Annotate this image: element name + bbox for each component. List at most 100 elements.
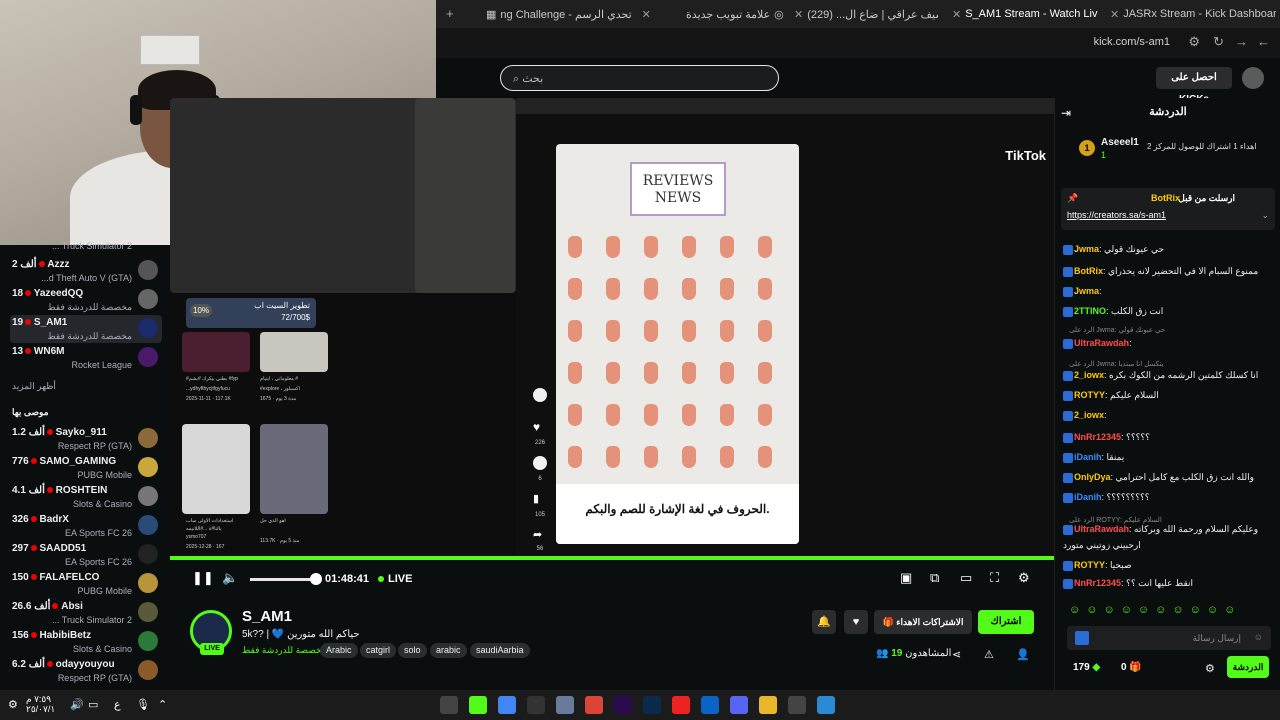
stream-category[interactable]: مخصصة للدردشة فقط xyxy=(242,645,327,656)
video-thumbnail[interactable] xyxy=(182,424,250,514)
speaker-icon[interactable]: 🔊 xyxy=(70,698,84,711)
sidebar-channel-item[interactable]: 156 HabibiBetz Slots & Casino xyxy=(10,628,162,656)
sidebar-channel-item[interactable]: 1.2 ألف Sayko_911 Respect RP (GTA) xyxy=(10,425,162,453)
chevron-up-icon[interactable]: ⌃ xyxy=(158,698,167,711)
video-thumbnail[interactable] xyxy=(182,332,250,372)
discord-icon[interactable] xyxy=(730,696,748,714)
chat-username[interactable]: ROTYY xyxy=(1074,560,1105,570)
store-icon[interactable] xyxy=(788,696,806,714)
profile-icon[interactable] xyxy=(533,388,547,402)
tag-catgirl[interactable]: catgirl xyxy=(360,643,397,658)
user-avatar[interactable] xyxy=(1242,67,1264,89)
sidebar-channel-item[interactable]: 150 FALAFELCO PUBG Mobile xyxy=(10,570,162,598)
pinned-link[interactable]: https://creators.sa/s-am1 xyxy=(1067,210,1166,220)
share-icon[interactable]: ➦ xyxy=(533,528,547,542)
search-input[interactable]: ⌕ بحث xyxy=(500,65,779,91)
chat-message[interactable]: ROTYY: السلام عليكم xyxy=(1063,390,1275,401)
sidebar-channel-item[interactable]: 4.1 ألف ROSHTEIN Slots & Casino xyxy=(10,483,162,511)
tray-icon[interactable]: ⚙ xyxy=(8,698,18,711)
chat-username[interactable]: Jwma xyxy=(1074,286,1099,296)
pin-icon[interactable]: 📌 xyxy=(1067,193,1078,204)
video-thumbnail[interactable] xyxy=(260,424,328,514)
notifications-bell-button[interactable]: 🔔 xyxy=(812,610,836,634)
video-player[interactable]: تطوير السيت اب 72/700$ 10% #بطني بيكرك #… xyxy=(170,98,1054,560)
close-tab-icon[interactable]: ✕ xyxy=(1110,8,1119,21)
sidebar-channel-item[interactable]: 2 ألف Azzz ...d Theft Auto V (GTA) xyxy=(10,257,162,285)
tag-solo[interactable]: solo xyxy=(398,643,427,658)
add-user-icon[interactable]: 👤 xyxy=(1016,648,1030,661)
gifter-text[interactable]: اهداء 1 اشتراك للوصول للمركز 2 xyxy=(1147,142,1257,151)
url-text[interactable]: kick.com/s-am1 xyxy=(1094,36,1170,48)
chat-message[interactable]: 2_iowx: xyxy=(1063,410,1275,421)
fullscreen-icon[interactable]: ⛶ xyxy=(990,570,999,586)
browser-tab-active[interactable]: ✕ S_AM1 Stream - Watch Live K xyxy=(946,4,1098,24)
chat-username[interactable]: 2_iowx xyxy=(1074,410,1104,420)
back-icon[interactable]: ← xyxy=(1257,34,1270,49)
volume-slider-handle[interactable] xyxy=(310,573,322,585)
browser-tab[interactable]: علامة تبويب جديدة ◎ xyxy=(686,4,801,24)
theater-mode-icon[interactable]: ▭ xyxy=(960,570,972,586)
premiere-icon[interactable] xyxy=(614,696,632,714)
forward-icon[interactable]: → xyxy=(1235,34,1248,49)
channel-name[interactable]: S_AM1 xyxy=(242,608,292,625)
site-settings-icon[interactable]: ⚙ xyxy=(1188,34,1200,50)
clip-icon[interactable]: ▣ xyxy=(900,570,912,586)
chat-message[interactable]: UltraRawdah: xyxy=(1063,338,1275,349)
widgets-icon[interactable] xyxy=(440,696,458,714)
show-more-link[interactable]: أظهر المزيد xyxy=(12,381,56,392)
live-indicator[interactable]: LIVE xyxy=(378,573,412,585)
chat-message[interactable]: OnlyDya: والله انت زق الكلب مع كامل احتر… xyxy=(1063,472,1275,483)
chat-message[interactable]: Jwma: حي عيونك قولي xyxy=(1063,244,1275,255)
language-icon[interactable]: ع xyxy=(114,698,121,711)
video-thumbnail[interactable] xyxy=(260,332,328,372)
reply-reference[interactable]: الرد على Jwma: حي عيونك قولي xyxy=(1069,326,1165,334)
kick-app-icon[interactable] xyxy=(469,696,487,714)
app-red-icon[interactable] xyxy=(672,696,690,714)
emoji-icon[interactable]: ☺ xyxy=(1254,632,1263,642)
chat-message[interactable]: iDanih: يمنقا xyxy=(1063,452,1275,463)
browser-tab[interactable]: ✕ JASRx Stream - Kick Dashboard K xyxy=(1104,4,1276,24)
file-explorer-icon[interactable] xyxy=(759,696,777,714)
photoshop-icon[interactable] xyxy=(643,696,661,714)
tag-saudiaarbia[interactable]: saudiAarbia xyxy=(470,643,530,658)
close-tab-icon[interactable]: ✕ xyxy=(794,8,803,21)
browser-tab[interactable]: ▦ ng Challenge - تحدي الرسم ✕ xyxy=(486,4,666,24)
start-icon[interactable] xyxy=(817,696,835,714)
outlook-icon[interactable] xyxy=(701,696,719,714)
terminal-icon[interactable] xyxy=(527,696,545,714)
pause-icon[interactable]: ❚❚ xyxy=(192,570,214,586)
browser-tab[interactable]: ✕ ارشيف عراقي | ضاع ال... (229) ▶ xyxy=(788,4,938,24)
chat-username[interactable]: BotRix xyxy=(1074,266,1103,276)
reload-icon[interactable]: ↻ xyxy=(1213,34,1224,50)
chat-username[interactable]: 2_iowx xyxy=(1074,370,1104,380)
reply-reference[interactable]: الرد على ROTYY: السلام عليكم xyxy=(1069,516,1162,524)
chat-send-button[interactable]: الدردشة xyxy=(1227,656,1269,678)
volume-icon[interactable]: 🔈 xyxy=(222,570,238,586)
close-tab-icon[interactable]: ✕ xyxy=(642,8,651,21)
chat-settings-icon[interactable]: ⚙ xyxy=(1205,662,1215,675)
chat-username[interactable]: OnlyDya xyxy=(1074,472,1111,482)
favorite-heart-button[interactable]: ♥ xyxy=(844,610,868,634)
chat-username[interactable]: Jwma xyxy=(1074,244,1099,254)
new-tab-button[interactable]: + xyxy=(446,6,454,21)
chat-input[interactable]: إرسال رسالة ☺ xyxy=(1067,626,1271,650)
pip-icon[interactable]: ⧉ xyxy=(930,570,939,586)
sidebar-channel-item[interactable]: 13 WN6M Rocket League xyxy=(10,344,162,372)
chat-message[interactable]: 2_iowx: انا كسلك كلمتين الرشمه من الكوك … xyxy=(1063,370,1275,381)
sidebar-channel-item-active[interactable]: 19 S_AM1 مخصصة للدردشة فقط xyxy=(10,315,162,343)
clock[interactable]: ٧:٥٩ م ٢٥/٠٧/١ xyxy=(26,694,55,714)
chat-username[interactable]: NnRr12345 xyxy=(1074,432,1121,442)
gift-subs-button[interactable]: 🎁 الاشتراكات الاهداء xyxy=(874,610,972,634)
chat-username[interactable]: ROTYY xyxy=(1074,390,1105,400)
chat-username[interactable]: iDanih xyxy=(1074,452,1102,462)
gift-box-icon[interactable]: 🎁 xyxy=(1129,662,1141,673)
chat-message[interactable]: iDanih: ؟؟؟؟؟؟؟؟؟ xyxy=(1063,492,1275,503)
sidebar-channel-item[interactable]: 6.2 ألف odayyouyou Respect RP (GTA) xyxy=(10,657,162,685)
chat-username[interactable]: iDanih xyxy=(1074,492,1102,502)
chrome-icon[interactable] xyxy=(498,696,516,714)
share-icon[interactable]: ⋖ xyxy=(952,648,961,661)
report-icon[interactable]: ⚠ xyxy=(984,648,994,661)
comment-icon[interactable] xyxy=(533,456,547,470)
chat-message[interactable]: ROTYY: صبحيا xyxy=(1063,560,1275,571)
network-icon[interactable]: ▭ xyxy=(88,698,98,711)
